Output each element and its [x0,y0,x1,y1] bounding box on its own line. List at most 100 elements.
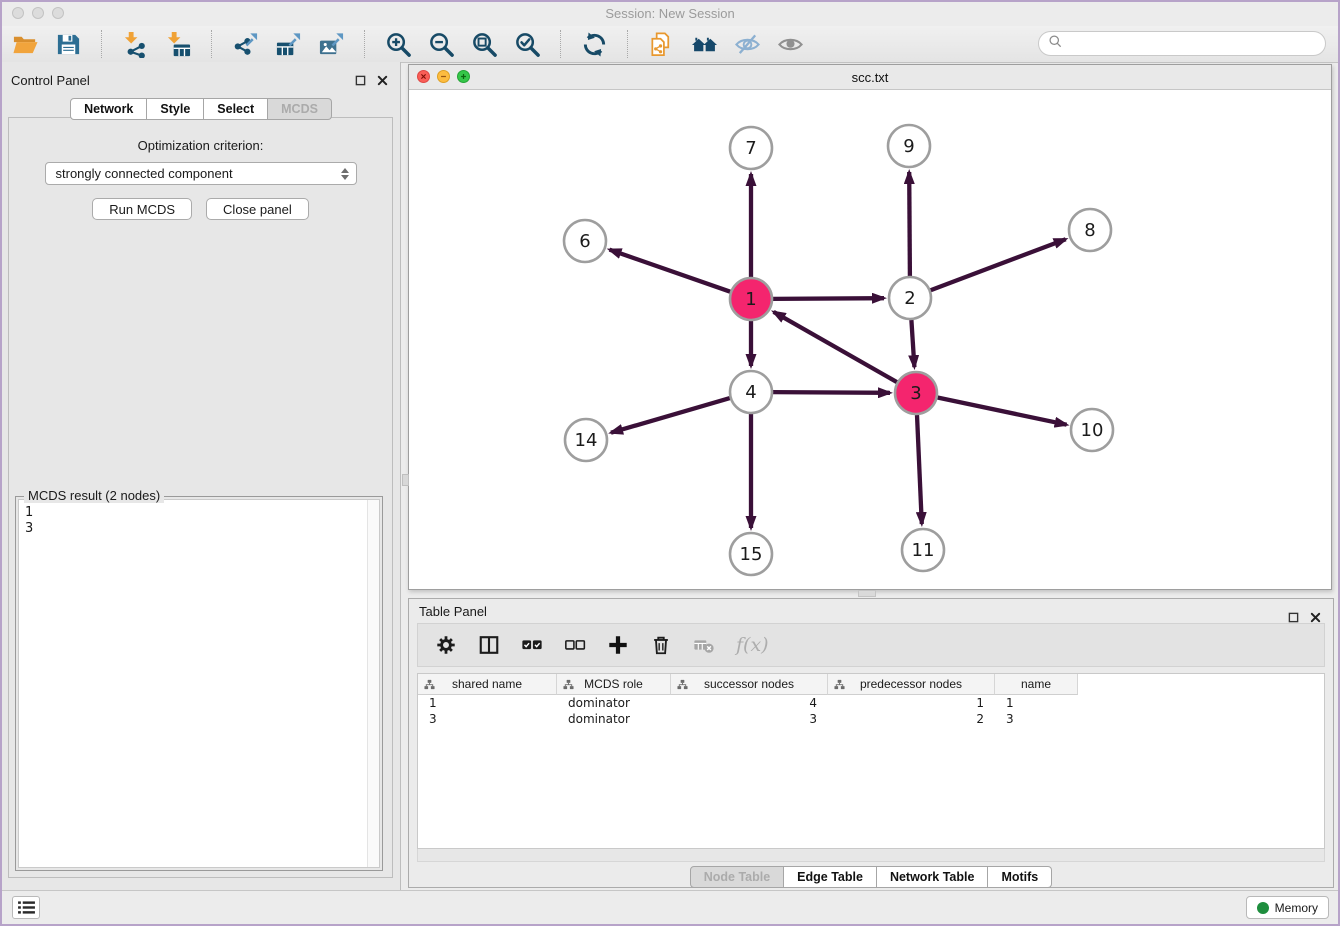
delete-column-icon[interactable] [648,632,674,658]
column-header-mcds-role[interactable]: MCDS role [557,674,671,695]
tab-motifs[interactable]: Motifs [988,866,1052,888]
float-panel-icon[interactable] [353,73,368,88]
split-panel-icon[interactable] [476,632,502,658]
graph-edge-2-3[interactable] [911,320,914,367]
graph-node-6[interactable]: 6 [564,220,606,262]
graph-node-11[interactable]: 11 [902,529,944,571]
import-network-icon[interactable] [120,29,150,59]
close-view-icon[interactable] [417,70,430,83]
float-table-panel-icon[interactable] [1286,610,1301,625]
graph-node-14[interactable]: 14 [565,419,607,461]
close-window-icon[interactable] [12,7,24,19]
search-icon [1048,34,1063,54]
graph-node-8[interactable]: 8 [1069,209,1111,251]
graph-edge-2-8[interactable] [931,239,1066,290]
network-view-title: scc.txt [852,70,889,85]
tab-mcds[interactable]: MCDS [268,98,332,120]
select-all-icon[interactable] [519,632,545,658]
tab-select[interactable]: Select [204,98,268,120]
minimize-window-icon[interactable] [32,7,44,19]
column-header-predecessor-nodes[interactable]: predecessor nodes [828,674,995,695]
graph-node-1[interactable]: 1 [730,278,772,320]
svg-text:14: 14 [575,430,598,451]
zoom-fit-icon[interactable] [469,29,499,59]
result-scrollbar[interactable] [367,500,379,867]
cell-shared-name: 3 [418,711,557,727]
export-network-icon[interactable] [230,29,260,59]
memory-button[interactable]: Memory [1246,896,1329,919]
graph-edge-4-14[interactable] [611,398,730,433]
toolbar-separator [364,30,365,58]
graph-node-3[interactable]: 3 [895,372,937,414]
mcds-result-text: 1 3 [25,505,373,537]
main-toolbar-icons [10,29,805,59]
tab-edge-table[interactable]: Edge Table [784,866,877,888]
app-window: Session: New Session Control Panel Netwo… [0,0,1340,926]
graph-node-15[interactable]: 15 [730,533,772,575]
graph-edge-1-6[interactable] [610,250,731,292]
graph-edge-3-1[interactable] [774,312,897,382]
criterion-select[interactable]: strongly connected component [45,162,357,185]
graph-edge-3-10[interactable] [938,398,1067,425]
network-window-titlebar[interactable]: scc.txt [409,65,1331,90]
graph-node-2[interactable]: 2 [889,277,931,319]
control-panel-title: Control Panel [11,73,90,88]
graph-node-4[interactable]: 4 [730,371,772,413]
close-panel-icon[interactable] [375,73,390,88]
graph-node-10[interactable]: 10 [1071,409,1113,451]
settings-gear-icon[interactable] [433,632,459,658]
deselect-all-icon[interactable] [562,632,588,658]
search-input[interactable] [1068,35,1316,52]
tab-network[interactable]: Network [70,98,147,120]
export-table-icon[interactable] [273,29,303,59]
zoom-in-icon[interactable] [383,29,413,59]
network-canvas[interactable]: 7 9 6 8 1 2 4 3 14 10 15 11 [409,90,1331,589]
maximize-window-icon[interactable] [52,7,64,19]
graph-edge-1-2[interactable] [773,298,884,299]
column-header-successor-nodes[interactable]: successor nodes [671,674,828,695]
table-row[interactable]: 1dominator411 [418,695,1324,711]
column-header-shared-name[interactable]: shared name [418,674,557,695]
tab-node-table[interactable]: Node Table [690,866,784,888]
show-all-icon[interactable] [775,29,805,59]
delete-table-icon [691,632,717,658]
mcds-result-list[interactable]: 1 3 [18,499,380,868]
close-table-panel-icon[interactable] [1308,610,1323,625]
first-neighbors-icon[interactable] [689,29,719,59]
tab-network-table[interactable]: Network Table [877,866,989,888]
save-session-icon[interactable] [53,29,83,59]
table-toolbar-icons [433,632,717,658]
graph-node-7[interactable]: 7 [730,127,772,169]
memory-label: Memory [1275,901,1318,915]
tab-style[interactable]: Style [147,98,204,120]
control-panel-tabs: NetworkStyleSelectMCDS [2,98,400,120]
refresh-icon[interactable] [579,29,609,59]
horizontal-splitter-handle[interactable] [858,590,876,597]
vertical-splitter-handle[interactable] [402,474,409,486]
search-field[interactable] [1038,31,1326,56]
export-image-icon[interactable] [316,29,346,59]
svg-text:15: 15 [740,544,763,565]
minimize-view-icon[interactable] [437,70,450,83]
close-panel-button[interactable]: Close panel [206,198,309,220]
zoom-selected-icon[interactable] [512,29,542,59]
zoom-view-icon[interactable] [457,70,470,83]
table-row[interactable]: 3dominator323 [418,711,1324,727]
graph-edge-3-11[interactable] [917,415,922,524]
graph-edge-2-9[interactable] [909,172,910,276]
hide-selected-icon[interactable] [732,29,762,59]
run-mcds-button[interactable]: Run MCDS [92,198,192,220]
open-session-icon[interactable] [10,29,40,59]
column-header-name[interactable]: name [995,674,1078,695]
table-scroll-strip[interactable] [417,849,1325,862]
clone-network-icon[interactable] [646,29,676,59]
task-history-button[interactable] [12,896,40,919]
graph-node-9[interactable]: 9 [888,125,930,167]
svg-text:7: 7 [745,138,756,159]
graph-edge-4-3[interactable] [773,392,890,393]
import-table-icon[interactable] [163,29,193,59]
add-column-icon[interactable] [605,632,631,658]
network-canvas-svg: 7 9 6 8 1 2 4 3 14 10 15 11 [409,90,1331,590]
status-bar: Memory [2,890,1338,924]
zoom-out-icon[interactable] [426,29,456,59]
